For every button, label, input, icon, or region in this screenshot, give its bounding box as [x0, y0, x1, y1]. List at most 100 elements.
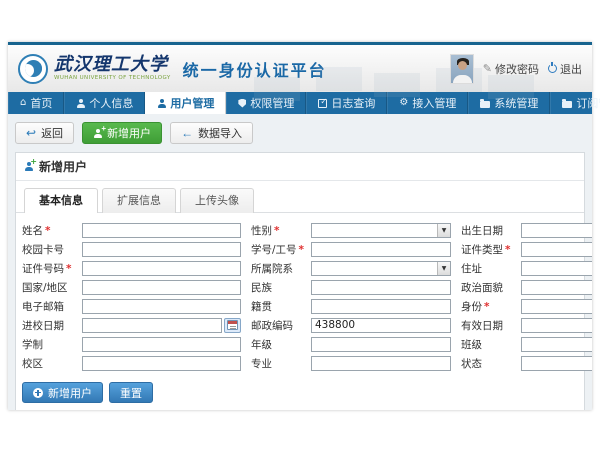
content-area: ↩ 返回 + 新增用户 ← 数据导入 + 新增用户 基本信息 扩展信息 上传头像: [8, 114, 592, 410]
field-grade: 年级: [251, 336, 451, 352]
nav-tab-personal-info[interactable]: 个人信息: [64, 92, 145, 114]
nav-tab-log-query[interactable]: 日志查询: [306, 92, 387, 114]
field-entry-date: 进校日期: [22, 317, 241, 333]
birth-date-input[interactable]: [521, 223, 592, 238]
add-user-label: 新增用户: [107, 125, 151, 141]
field-label-campus-card-no: 校园卡号: [22, 242, 82, 257]
ethnicity-input[interactable]: [311, 280, 451, 295]
field-label-campus: 校区: [22, 356, 82, 371]
field-status: 状态: [461, 355, 592, 371]
platform-title: 统一身份认证平台: [183, 57, 327, 81]
return-arrow-icon: ↩: [26, 127, 36, 139]
class-input[interactable]: [521, 337, 592, 352]
user-avatar[interactable]: [450, 54, 474, 84]
submit-add-user-button[interactable]: 新增用户: [22, 382, 103, 403]
back-button[interactable]: ↩ 返回: [15, 122, 74, 144]
tab-extended-info[interactable]: 扩展信息: [102, 188, 176, 213]
nav-label: 系统管理: [494, 95, 538, 111]
pencil-icon: ✎: [483, 62, 492, 75]
calendar-icon[interactable]: [224, 318, 241, 333]
address-input[interactable]: [521, 261, 592, 276]
change-password-link[interactable]: ✎ 修改密码: [483, 61, 539, 77]
tab-basic-info[interactable]: 基本信息: [24, 188, 98, 213]
identity-input[interactable]: [521, 299, 592, 314]
avatar-shirt: [453, 75, 472, 84]
field-country-region: 国家/地区: [22, 279, 241, 295]
field-label-gender: 性别*: [251, 223, 311, 238]
valid-date-input[interactable]: [521, 318, 592, 333]
political-status-input[interactable]: [521, 280, 592, 295]
name-input[interactable]: [82, 223, 241, 238]
country-region-input[interactable]: [82, 280, 241, 295]
grade-input[interactable]: [311, 337, 451, 352]
panel-tabs: 基本信息 扩展信息 上传头像: [16, 181, 584, 213]
id-type-input[interactable]: [521, 242, 592, 257]
header-right: ✎ 修改密码 退出: [450, 54, 582, 84]
field-id-number: 证件号码*: [22, 260, 241, 276]
field-label-department: 所属院系: [251, 261, 311, 276]
department-select[interactable]: ▼: [311, 261, 451, 276]
field-student-id: 学号/工号*: [251, 241, 451, 257]
email-input[interactable]: [82, 299, 241, 314]
nav-tab-subscription-management[interactable]: 订阅管理: [550, 92, 600, 114]
field-education-length: 学制: [22, 336, 241, 352]
plus-circle-icon: [33, 388, 43, 398]
person-plus-icon: +: [24, 162, 33, 171]
field-campus-card-no: 校园卡号: [22, 241, 241, 257]
field-native-place: 籍贯: [251, 298, 451, 314]
status-input[interactable]: [521, 356, 592, 371]
logout-link[interactable]: 退出: [548, 61, 582, 77]
nav-tab-access-management[interactable]: ⚙ 接入管理: [387, 92, 468, 114]
app-header: 武汉理工大学 WUHAN UNIVERSITY OF TECHNOLOGY 统一…: [8, 45, 592, 92]
nav-label: 个人信息: [89, 95, 133, 111]
nav-label: 用户管理: [170, 95, 214, 111]
person-icon: [157, 99, 166, 108]
entry-date-input[interactable]: [82, 318, 222, 333]
field-label-postal-code: 邮政编码: [251, 318, 311, 333]
field-class: 班级: [461, 336, 592, 352]
field-label-grade: 年级: [251, 337, 311, 352]
add-user-toolbar-button[interactable]: + 新增用户: [82, 122, 162, 144]
entry-date-group: [82, 318, 241, 333]
field-id-type: 证件类型*: [461, 241, 592, 257]
university-logo: [18, 54, 48, 84]
power-icon: [548, 64, 557, 73]
gender-select[interactable]: ▼: [311, 223, 451, 238]
folder-icon: [562, 101, 572, 108]
field-label-identity: 身份*: [461, 299, 521, 314]
native-place-input[interactable]: [311, 299, 451, 314]
campus-input[interactable]: [82, 356, 241, 371]
nav-tab-home[interactable]: ⌂ 首页: [8, 92, 64, 114]
reset-button[interactable]: 重置: [109, 382, 153, 403]
change-password-label: 修改密码: [495, 61, 539, 77]
field-political-status: 政治面貌: [461, 279, 592, 295]
app-window: 武汉理工大学 WUHAN UNIVERSITY OF TECHNOLOGY 统一…: [8, 42, 592, 410]
major-input[interactable]: [311, 356, 451, 371]
data-import-button[interactable]: ← 数据导入: [170, 122, 253, 144]
university-name-en: WUHAN UNIVERSITY OF TECHNOLOGY: [54, 76, 171, 82]
field-label-entry-date: 进校日期: [22, 318, 82, 333]
postal-code-input[interactable]: [311, 318, 451, 333]
nav-tab-user-management[interactable]: 用户管理: [145, 92, 226, 114]
tab-upload-avatar[interactable]: 上传头像: [180, 188, 254, 213]
folder-icon: [480, 101, 490, 108]
field-label-email: 电子邮箱: [22, 299, 82, 314]
field-label-political-status: 政治面貌: [461, 280, 521, 295]
logo-swirl-icon: [25, 60, 42, 77]
nav-label: 权限管理: [250, 95, 294, 111]
student-id-input[interactable]: [311, 242, 451, 257]
id-number-input[interactable]: [82, 261, 241, 276]
data-import-label: 数据导入: [198, 125, 242, 141]
person-plus-icon: +: [93, 129, 102, 138]
education-length-input[interactable]: [82, 337, 241, 352]
avatar-head: [458, 61, 467, 70]
nav-tab-system-management[interactable]: 系统管理: [468, 92, 550, 114]
field-label-valid-date: 有效日期: [461, 318, 521, 333]
campus-card-no-input[interactable]: [82, 242, 241, 257]
nav-tab-permission-management[interactable]: 权限管理: [226, 92, 306, 114]
logout-label: 退出: [560, 61, 582, 77]
nav-label: 首页: [30, 95, 52, 111]
field-major: 专业: [251, 355, 451, 371]
field-campus: 校区: [22, 355, 241, 371]
nav-label: 订阅管理: [576, 95, 600, 111]
